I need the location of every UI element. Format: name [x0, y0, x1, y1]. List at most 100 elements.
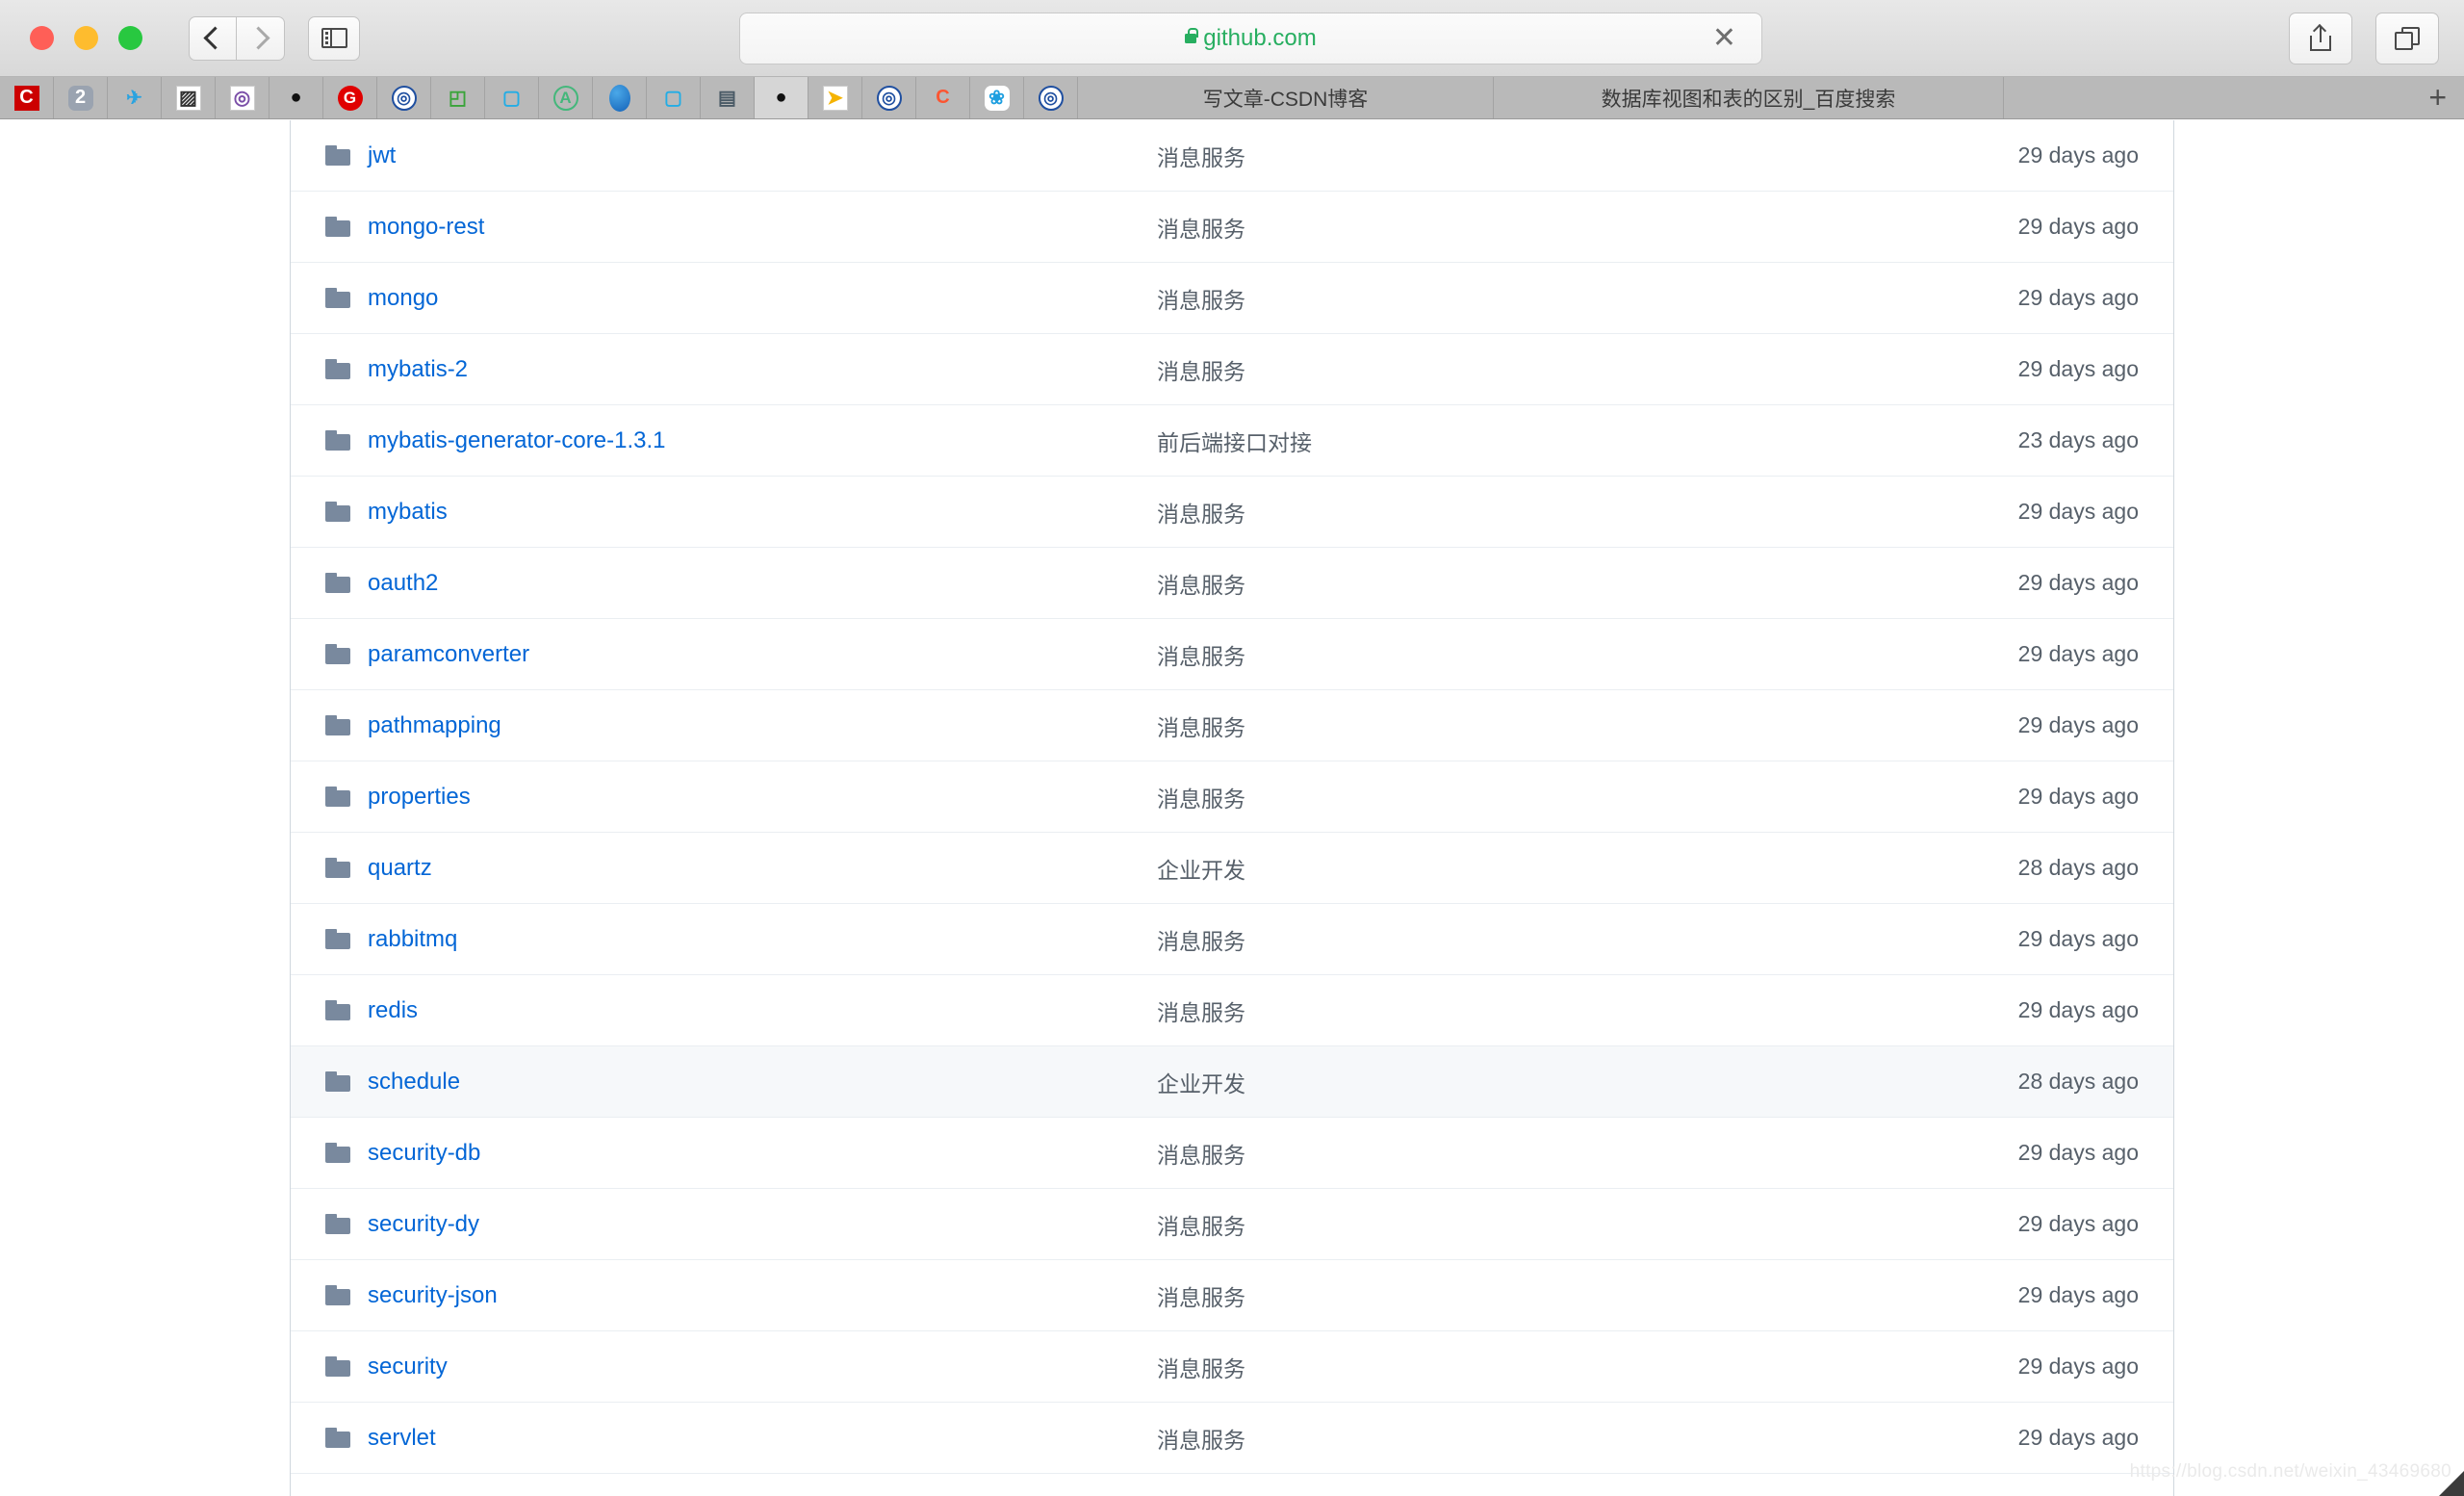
- new-tab-button[interactable]: +: [2004, 77, 2464, 118]
- commit-message-cell: 消息服务: [1157, 501, 1245, 527]
- table-row[interactable]: properties 消息服务 29 days ago: [291, 761, 2173, 833]
- favicon-tab-bilibili[interactable]: ▢: [485, 77, 539, 118]
- file-name-cell: quartz: [291, 855, 1157, 882]
- maximize-window-button[interactable]: [118, 26, 142, 50]
- favicon-tab-gitee[interactable]: G: [323, 77, 377, 118]
- file-name-cell: redis: [291, 997, 1157, 1024]
- green-book-icon: ◰: [449, 88, 467, 109]
- commit-date-cell: 29 days ago: [2017, 641, 2139, 666]
- address-bar[interactable]: github.com ✕: [739, 13, 1762, 64]
- favicon-tab-school-seal-3[interactable]: ◎: [1024, 77, 1078, 118]
- table-row[interactable]: quartz 企业开发 28 days ago: [291, 833, 2173, 904]
- table-row[interactable]: mongo 消息服务 29 days ago: [291, 263, 2173, 334]
- file-name-link[interactable]: mongo: [368, 285, 438, 312]
- file-name-cell: security-json: [291, 1282, 1157, 1309]
- file-name-cell: mongo: [291, 285, 1157, 312]
- file-name-cell: jwt: [291, 142, 1157, 169]
- favicon-tab-github[interactable]: ●: [755, 77, 808, 118]
- tab-csdn-write[interactable]: 写文章-CSDN博客: [1078, 77, 1494, 118]
- close-icon[interactable]: ✕: [1712, 24, 1736, 53]
- close-window-button[interactable]: [30, 26, 54, 50]
- favicon-tab-yellow-arrow[interactable]: ➤: [808, 77, 862, 118]
- favicon-tab-blue-egg[interactable]: [593, 77, 647, 118]
- table-row[interactable]: rabbitmq 消息服务 29 days ago: [291, 904, 2173, 975]
- corner-fold-decoration: [2439, 1471, 2464, 1496]
- table-row[interactable]: security-json 消息服务 29 days ago: [291, 1260, 2173, 1331]
- file-name-link[interactable]: security: [368, 1354, 448, 1380]
- favicon-tab-camtasia[interactable]: C: [0, 77, 54, 118]
- favicon-tab-university-seal[interactable]: ◎: [216, 77, 270, 118]
- file-name-link[interactable]: security-json: [368, 1282, 498, 1309]
- table-row[interactable]: servlet 消息服务 29 days ago: [291, 1403, 2173, 1474]
- sidebar-toggle-button[interactable]: [308, 15, 360, 61]
- favicon-tab-building[interactable]: ▤: [701, 77, 755, 118]
- file-name-link[interactable]: security-db: [368, 1140, 480, 1167]
- file-name-link[interactable]: pathmapping: [368, 712, 501, 739]
- favicon-tab-flower-logo[interactable]: ❀: [970, 77, 1024, 118]
- file-name-link[interactable]: properties: [368, 784, 471, 811]
- commit-message-cell: 消息服务: [1157, 714, 1245, 740]
- file-name-link[interactable]: mybatis-2: [368, 356, 468, 383]
- file-name-link[interactable]: jwt: [368, 142, 396, 169]
- table-row[interactable]: mybatis-2 消息服务 29 days ago: [291, 334, 2173, 405]
- table-row[interactable]: session-nginx消息服务29 days ago: [291, 1474, 2173, 1496]
- chevron-right-icon: [245, 26, 270, 50]
- table-row[interactable]: jwt 消息服务 29 days ago: [291, 120, 2173, 192]
- file-name-cell: security-db: [291, 1140, 1157, 1167]
- table-row[interactable]: pathmapping 消息服务 29 days ago: [291, 690, 2173, 761]
- favicon-tab-photo-site[interactable]: ▨: [162, 77, 216, 118]
- commit-message-cell: 消息服务: [1157, 786, 1245, 812]
- commit-message-cell: 消息服务: [1157, 287, 1245, 313]
- favicon-tab-csdn[interactable]: C: [916, 77, 970, 118]
- favicon-tab-bilibili-2[interactable]: ▢: [647, 77, 701, 118]
- table-row[interactable]: mybatis-generator-core-1.3.1 前后端接口对接 23 da…: [291, 405, 2173, 477]
- favicon-tab-school-seal-2[interactable]: ◎: [862, 77, 916, 118]
- file-name-link[interactable]: mybatis: [368, 499, 448, 526]
- back-button[interactable]: [189, 15, 237, 61]
- favicon-tab-numbers-two[interactable]: 2: [54, 77, 108, 118]
- table-row[interactable]: oauth2 消息服务 29 days ago: [291, 548, 2173, 619]
- table-row[interactable]: paramconverter 消息服务 29 days ago: [291, 619, 2173, 690]
- table-row[interactable]: mongo-rest 消息服务 29 days ago: [291, 192, 2173, 263]
- commit-message-cell: 消息服务: [1157, 358, 1245, 384]
- favicon-tab-anaconda[interactable]: A: [539, 77, 593, 118]
- file-name-link[interactable]: mongo-rest: [368, 214, 484, 241]
- folder-icon: [325, 430, 350, 451]
- file-name-link[interactable]: rabbitmq: [368, 926, 457, 953]
- file-name-cell: schedule: [291, 1069, 1157, 1096]
- file-name-link[interactable]: servlet: [368, 1425, 436, 1452]
- file-name-link[interactable]: security-dy: [368, 1211, 479, 1238]
- file-name-link[interactable]: schedule: [368, 1069, 460, 1096]
- table-row[interactable]: security 消息服务 29 days ago: [291, 1331, 2173, 1403]
- commit-message-cell: 消息服务: [1157, 643, 1245, 669]
- file-name-link[interactable]: oauth2: [368, 570, 438, 597]
- favicon-tab-github-cat[interactable]: ●: [270, 77, 323, 118]
- file-name-link[interactable]: paramconverter: [368, 641, 529, 668]
- commit-date-cell: 29 days ago: [2017, 285, 2139, 310]
- share-button[interactable]: [2289, 13, 2352, 64]
- file-name-link[interactable]: quartz: [368, 855, 432, 882]
- commit-date-cell: 29 days ago: [2017, 1354, 2139, 1379]
- favicon-tab-rocket[interactable]: ✈: [108, 77, 162, 118]
- commit-date-cell: 28 days ago: [2017, 1069, 2139, 1094]
- commit-date-cell: 29 days ago: [2017, 712, 2139, 737]
- table-row[interactable]: mybatis 消息服务 29 days ago: [291, 477, 2173, 548]
- table-row[interactable]: security-db 消息服务 29 days ago: [291, 1118, 2173, 1189]
- minimize-window-button[interactable]: [74, 26, 98, 50]
- table-row[interactable]: redis 消息服务 29 days ago: [291, 975, 2173, 1046]
- file-name-link[interactable]: redis: [368, 997, 418, 1024]
- commit-message-cell: 企业开发: [1157, 1070, 1245, 1096]
- commit-message-cell: 消息服务: [1157, 1142, 1245, 1168]
- plus-icon: +: [2428, 80, 2447, 115]
- commit-date-cell: 29 days ago: [2017, 1140, 2139, 1165]
- forward-button[interactable]: [237, 15, 285, 61]
- tab-overview-button[interactable]: [2375, 13, 2439, 64]
- file-name-link[interactable]: mybatis-generator-core-1.3.1: [368, 427, 665, 454]
- commit-message-cell: 消息服务: [1157, 928, 1245, 954]
- tab-baidu-search[interactable]: 数据库视图和表的区别_百度搜索: [1494, 77, 2004, 118]
- favicon-tab-school-seal-blue[interactable]: ◎: [377, 77, 431, 118]
- table-row[interactable]: security-dy 消息服务 29 days ago: [291, 1189, 2173, 1260]
- commit-message-cell: 消息服务: [1157, 1213, 1245, 1239]
- table-row[interactable]: schedule 企业开发 28 days ago: [291, 1046, 2173, 1118]
- favicon-tab-green-book[interactable]: ◰: [431, 77, 485, 118]
